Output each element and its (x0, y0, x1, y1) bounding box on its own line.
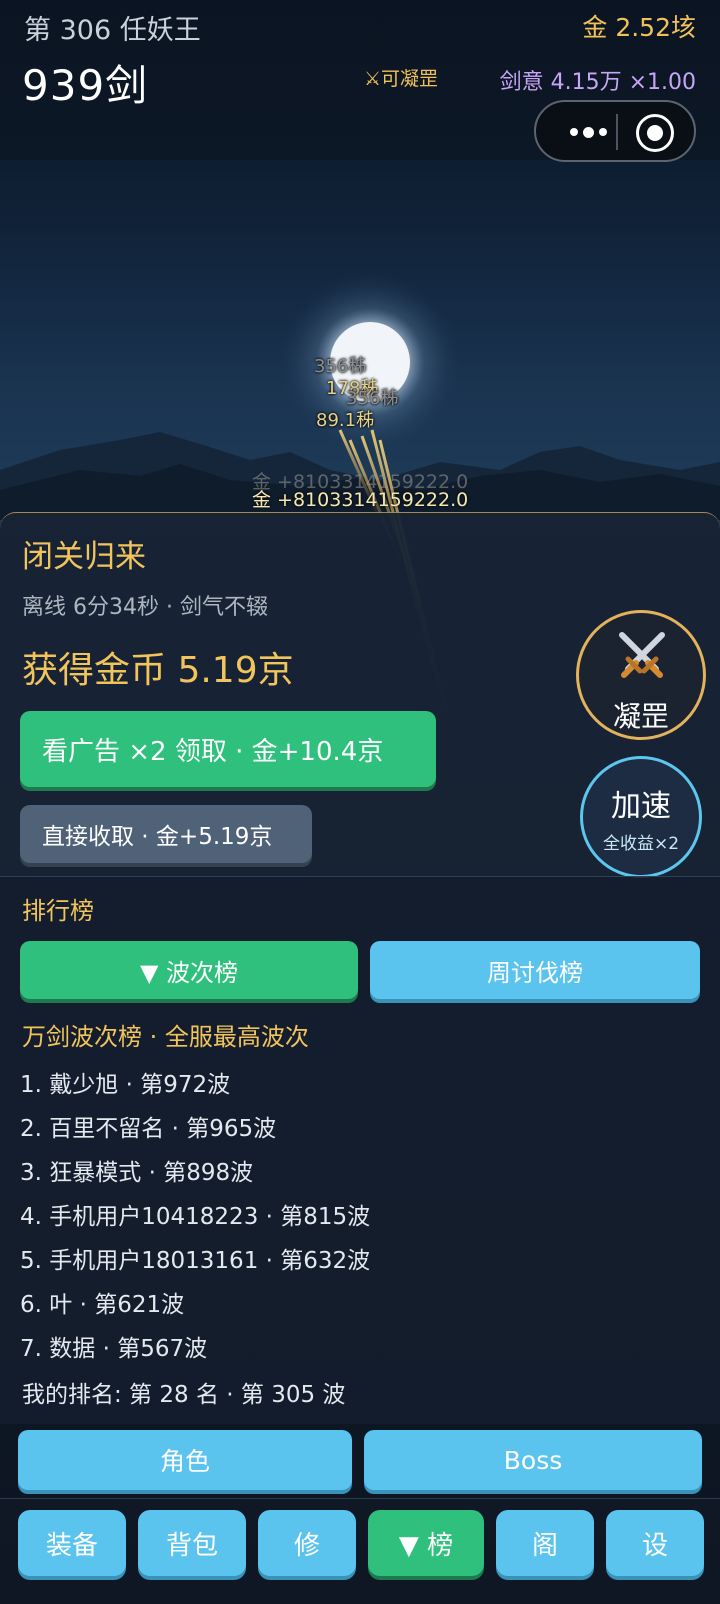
condense-available-tag: ⚔可凝罡 (364, 68, 439, 90)
gold-total: 金 2.52垓 (582, 13, 696, 42)
nav-settings[interactable]: 设 (606, 1510, 704, 1576)
boss-button[interactable]: Boss (364, 1430, 702, 1490)
sword-intent-label: 剑意 4.15万 ×1.00 (499, 70, 696, 95)
tab-wave-ranking[interactable]: ▼ 波次榜 (20, 941, 358, 999)
role-button[interactable]: 角色 (18, 1430, 352, 1490)
watch-ad-double-button[interactable]: 看广告 ×2 领取 · 金+10.4京 (20, 711, 436, 787)
gold-gain: 金 +8103314159222.0 (252, 489, 469, 511)
capsule-divider (616, 114, 618, 150)
mini-program-capsule (534, 100, 696, 162)
speed-up-sublabel: 全收益×2 (602, 834, 680, 854)
more-dots-icon[interactable] (560, 112, 616, 152)
rankings-title: 排行榜 (22, 897, 94, 925)
target-circle-icon[interactable] (636, 114, 674, 152)
list-item: 5. 手机用户18013161 · 第632波 (20, 1248, 371, 1274)
rankings-panel: 排行榜 ▼ 波次榜 周讨伐榜 万剑波次榜 · 全服最高波次 1. 戴少旭 · 第… (0, 876, 720, 1424)
list-item: 3. 狂暴模式 · 第898波 (20, 1160, 254, 1186)
list-item: 2. 百里不留名 · 第965波 (20, 1116, 277, 1142)
tab-weekly-ranking[interactable]: 周讨伐榜 (370, 941, 700, 999)
offline-title: 闭关归来 (22, 539, 146, 575)
condense-label: 凝罡 (612, 700, 669, 733)
nav-equipment[interactable]: 装备 (18, 1510, 126, 1576)
crossed-swords-icon (619, 632, 665, 678)
wave-label: 第 306 任妖王 (24, 15, 201, 46)
rankings-list: 1. 戴少旭 · 第972波 2. 百里不留名 · 第965波 3. 狂暴模式 … (20, 1063, 370, 1371)
list-item: 1. 戴少旭 · 第972波 (20, 1072, 231, 1098)
my-rank: 我的排名: 第 28 名 · 第 305 波 (22, 1382, 346, 1408)
list-item: 7. 数据 · 第567波 (20, 1336, 208, 1362)
speed-up-label: 加速 (611, 789, 671, 824)
list-item: 4. 手机用户10418223 · 第815波 (20, 1204, 371, 1230)
list-item: 6. 叶 · 第621波 (20, 1292, 185, 1318)
damage-number: 89.1秭 (316, 410, 375, 431)
rankings-subtitle: 万剑波次榜 · 全服最高波次 (22, 1023, 309, 1051)
nav-backpack[interactable]: 背包 (138, 1510, 246, 1576)
nav-pavilion[interactable]: 阁 (496, 1510, 594, 1576)
offline-subtitle: 离线 6分34秒 · 剑气不辍 (22, 595, 268, 620)
top-bar: 第 306 任妖王 金 2.52垓 939剑 ⚔可凝罡 剑意 4.15万 ×1.… (0, 0, 720, 162)
nav-cultivate[interactable]: 修 (258, 1510, 356, 1576)
sword-count: 939剑 (22, 61, 149, 110)
condense-button[interactable]: 凝罡 (576, 610, 706, 740)
speed-up-button[interactable]: 加速 全收益×2 (580, 756, 702, 878)
offline-gain: 获得金币 5.19京 (22, 650, 294, 691)
collect-button[interactable]: 直接收取 · 金+5.19京 (20, 805, 312, 863)
nav-ranking[interactable]: ▼ 榜 (368, 1510, 484, 1576)
